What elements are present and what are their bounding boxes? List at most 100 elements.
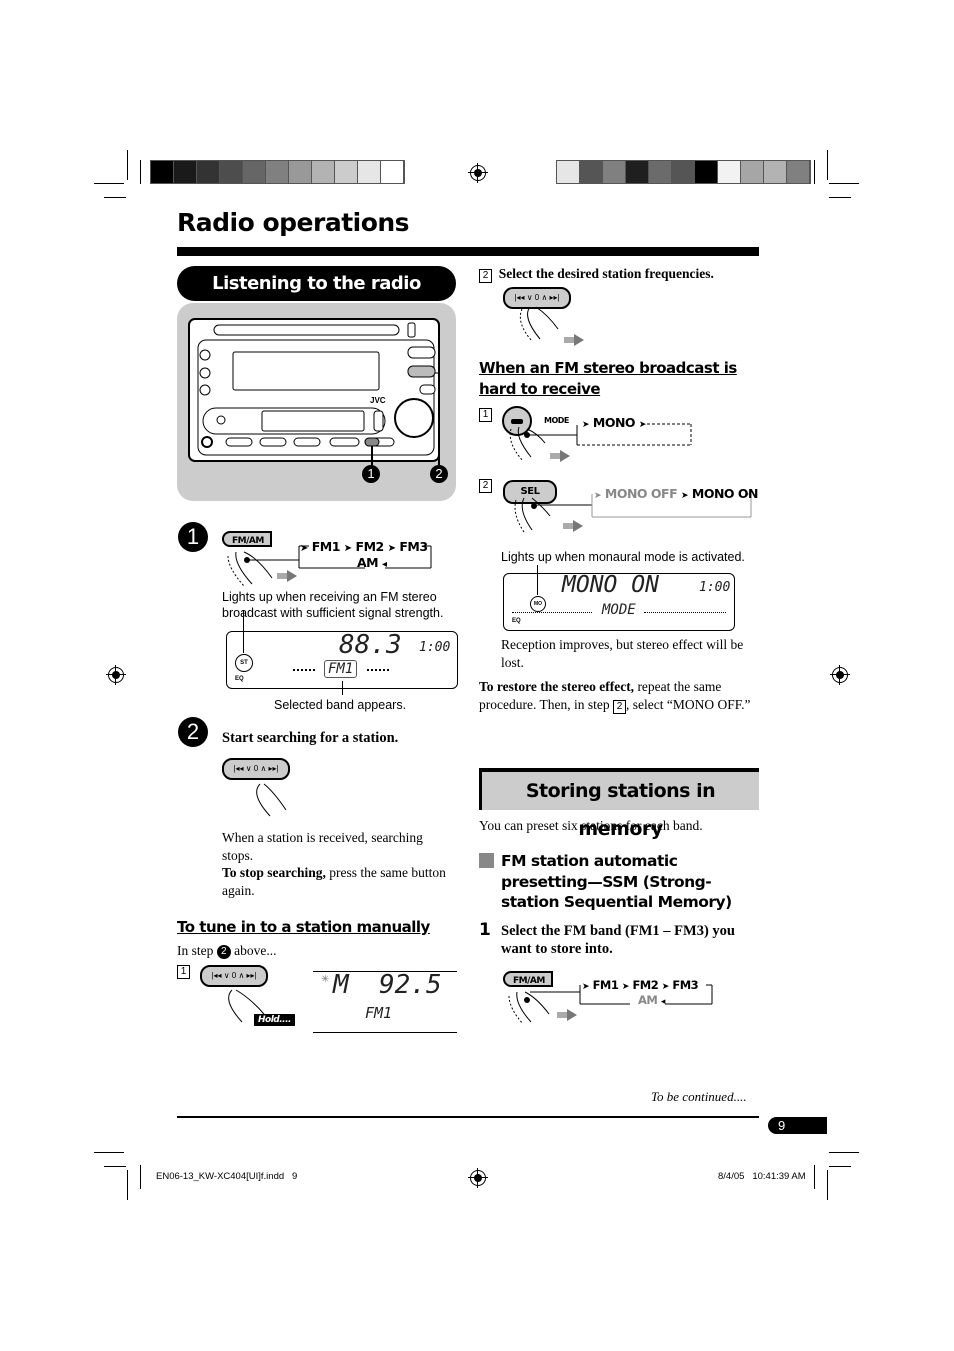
crop-mark <box>140 1165 141 1189</box>
color-swatch <box>557 161 580 183</box>
restore-stereo-text: To restore the stereo effect, repeat the… <box>479 679 751 714</box>
substep-1-box: 1 <box>479 404 492 422</box>
eq-indicator: EQ <box>235 676 244 682</box>
crop-mark <box>829 197 851 198</box>
leader-line <box>537 565 538 595</box>
footer-filename: EN06-13_KW-XC404[UI]f.indd 9 <box>156 1171 298 1182</box>
step-ref-badge: 2 <box>216 944 231 959</box>
manual-tune-heading: To tune in to a station manually <box>177 918 430 936</box>
color-swatch <box>151 161 174 183</box>
section-title-listening: Listening to the radio <box>177 266 456 301</box>
lcd-mono-sub: MODE <box>602 602 636 618</box>
color-swatch <box>220 161 243 183</box>
step-2-badge: 2 <box>178 717 208 747</box>
lcd-mono-main: MONO ON <box>562 572 659 598</box>
lcd-display-manual: M ✳ 92.5 FM1 <box>313 970 457 1033</box>
eq-indicator: EQ <box>512 618 521 624</box>
crop-mark <box>104 197 126 198</box>
mono-label: ➤ MONO ➤ <box>582 415 646 430</box>
device-illustration: JVC <box>177 303 456 501</box>
callout-1: 1 <box>362 465 380 483</box>
flashing-icon: ✳ <box>321 974 342 985</box>
color-swatch <box>764 161 787 183</box>
substep-2-select: 2 Select the desired station frequencies… <box>479 265 714 283</box>
color-swatch <box>741 161 764 183</box>
band-am: AM ◂ <box>357 555 387 570</box>
crop-mark <box>94 183 124 184</box>
press-arrow-icon <box>557 1009 577 1021</box>
ssm-step-1-number: 1 <box>479 920 491 940</box>
page-number: 9 <box>768 1117 827 1134</box>
registration-mark-icon <box>468 163 488 183</box>
step-1-badge: 1 <box>178 522 208 552</box>
color-calibration-bar-right <box>556 160 811 184</box>
mono-off-option: MONO OFF <box>604 486 678 501</box>
crop-mark <box>829 1166 851 1167</box>
manual-tune-intro: In step 2 above... <box>177 943 277 959</box>
color-swatch <box>358 161 381 183</box>
ssm-heading: FM station automatic presetting—SSM (Str… <box>501 852 732 911</box>
section-title-storing: Storing stations in memory <box>479 768 759 840</box>
crop-mark <box>829 1152 859 1153</box>
step-2-description: When a station is received, searching st… <box>222 830 446 898</box>
mono-on-option: MONO ON <box>691 486 759 501</box>
finger-press-icon <box>519 306 559 342</box>
band-sequence-store: ➤ FM1 ➤ FM2 ➤ FM3 <box>582 978 699 992</box>
crop-mark <box>814 160 815 184</box>
crop-mark <box>827 1170 828 1200</box>
lcd-clock: 1:00 <box>419 640 451 655</box>
color-swatch <box>174 161 197 183</box>
seek-button-hold[interactable]: |◂◂ ∨ 0 ∧ ▸▸| <box>200 965 268 987</box>
band-fm2: FM2 <box>355 539 385 554</box>
mono-result-text: Reception improves, but stereo effect wi… <box>501 637 744 670</box>
mo-indicator-caption: Lights up when monaural mode is activate… <box>501 550 745 564</box>
lcd-frequency: 88.3 <box>339 630 402 660</box>
leader-line <box>243 610 244 653</box>
color-swatch <box>312 161 335 183</box>
lcd-clock: 1:00 <box>699 580 731 595</box>
band-am-store: AM ◂ <box>638 993 665 1007</box>
color-swatch <box>695 161 718 183</box>
storing-intro: You can preset six stations for each ban… <box>479 818 703 833</box>
callout-2: 2 <box>430 465 448 483</box>
square-bullet-icon <box>479 853 494 868</box>
mo-indicator-icon: MO <box>530 596 546 612</box>
ssm-step-1-text: Select the FM band (FM1 – FM3) you want … <box>501 923 735 957</box>
lcd-manual-frequency: 92.5 <box>379 970 442 1000</box>
color-swatch <box>718 161 741 183</box>
color-swatch <box>580 161 603 183</box>
color-swatch <box>197 161 220 183</box>
press-arrow-icon <box>550 450 570 462</box>
color-swatch <box>649 161 672 183</box>
crop-mark <box>827 150 828 180</box>
crop-mark <box>127 1170 128 1200</box>
title-rule <box>177 247 759 256</box>
color-swatch <box>266 161 289 183</box>
footer-timestamp: 8/4/05 10:41:39 AM <box>718 1171 806 1182</box>
mono-select-options: ➤ MONO OFF ➤ MONO ON <box>594 486 758 501</box>
press-arrow-icon <box>563 520 583 532</box>
crop-mark <box>814 1165 815 1189</box>
band-sequence: ➤ FM1 ➤ FM2 ➤ FM3 <box>300 539 428 554</box>
lcd-level-left <box>512 612 592 613</box>
lcd-level-left <box>293 669 315 671</box>
svg-text:JVC: JVC <box>370 396 386 405</box>
page-title: Radio operations <box>177 208 410 237</box>
st-indicator-icon: ST <box>235 654 253 672</box>
lcd-level-right <box>367 669 389 671</box>
color-swatch <box>603 161 626 183</box>
crop-mark <box>127 150 128 180</box>
crop-mark <box>104 1166 126 1167</box>
color-calibration-bar-left <box>150 160 405 184</box>
substep-1-box: 1 <box>177 961 190 979</box>
car-stereo-faceplate-icon: JVC <box>188 318 440 466</box>
lcd-level-right <box>644 612 726 613</box>
band-caption: Selected band appears. <box>274 698 407 712</box>
seek-button[interactable]: |◂◂ ∨ 0 ∧ ▸▸| <box>222 758 290 780</box>
color-swatch <box>672 161 695 183</box>
lcd-band: FM1 <box>324 660 358 678</box>
band-fm3: FM3 <box>399 539 428 554</box>
color-swatch <box>787 161 810 183</box>
leader-line <box>342 681 343 695</box>
finger-press-icon <box>256 783 287 817</box>
